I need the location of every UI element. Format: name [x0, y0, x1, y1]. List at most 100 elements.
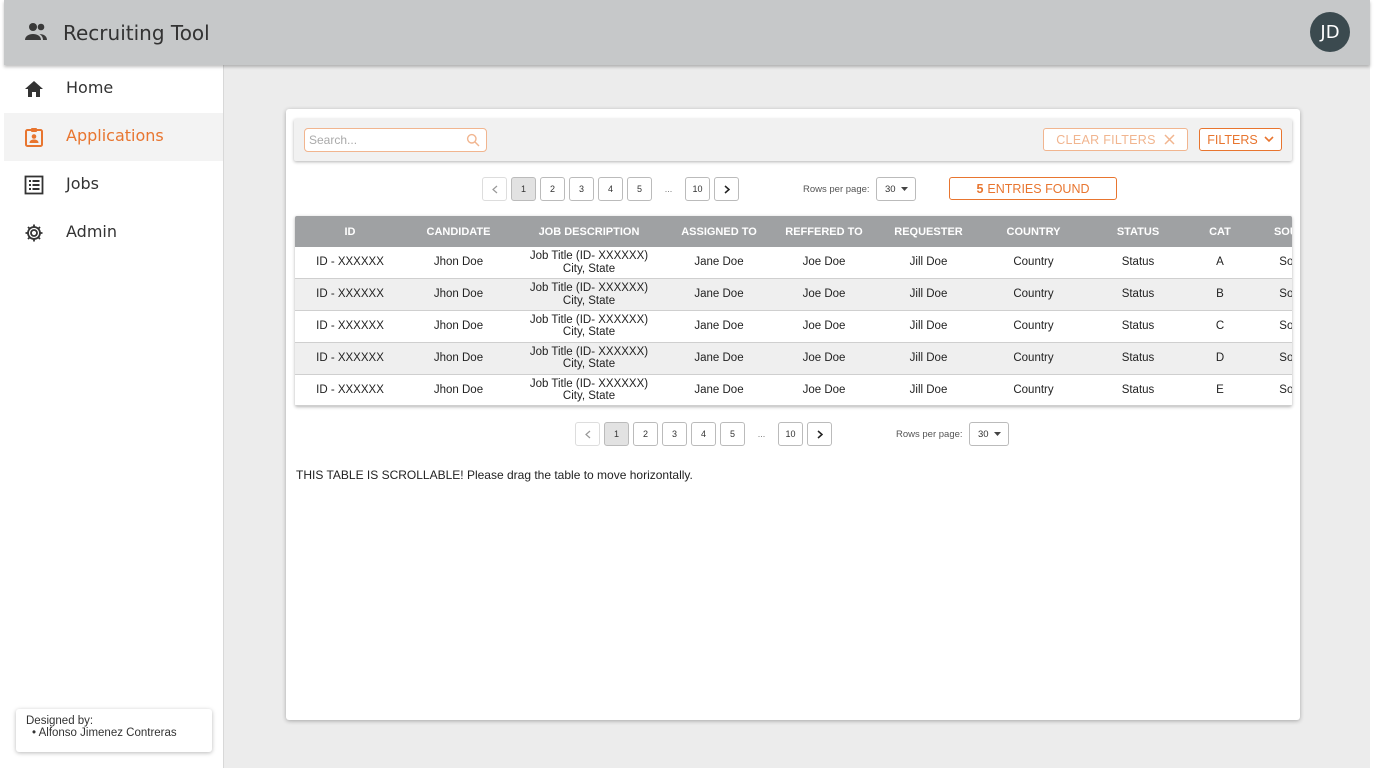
job-location: City, State	[562, 390, 616, 403]
cell-source: Source	[1250, 247, 1292, 280]
page-button-4[interactable]: 4	[691, 422, 716, 446]
cell-cat: C	[1190, 310, 1250, 343]
cell-assigned-to: Jane Doe	[666, 247, 772, 280]
page-button-1[interactable]: 1	[511, 177, 536, 201]
cell-reffered-to: Joe Doe	[772, 247, 876, 280]
rows-per-page-value: 30	[885, 183, 896, 195]
table-row[interactable]: ID - XXXXXX Jhon Doe Job Title (ID- XXXX…	[295, 278, 1292, 312]
filters-button[interactable]: FILTERS	[1199, 128, 1282, 151]
gear-icon	[25, 224, 43, 242]
cell-id: ID - XXXXXX	[295, 247, 405, 280]
cell-requester: Jill Doe	[876, 374, 981, 406]
cell-source: Source	[1250, 342, 1292, 375]
cell-job-description: Job Title (ID- XXXXXX) City, State	[512, 278, 666, 312]
cell-cat: E	[1190, 374, 1250, 406]
job-title: Job Title (ID- XXXXXX)	[529, 282, 649, 295]
caret-down-icon	[900, 187, 908, 191]
page-button-5[interactable]: 5	[720, 422, 745, 446]
search-box	[304, 128, 487, 152]
cell-status: Status	[1086, 342, 1190, 375]
filter-toolbar: CLEAR FILTERS FILTERS	[294, 119, 1292, 161]
cell-reffered-to: Joe Doe	[772, 342, 876, 375]
prev-page-button[interactable]	[482, 177, 507, 201]
prev-page-button[interactable]	[575, 422, 600, 446]
cell-id: ID - XXXXXX	[295, 374, 405, 406]
cell-candidate: Jhon Doe	[405, 342, 512, 375]
cell-status: Status	[1086, 247, 1190, 280]
cell-requester: Jill Doe	[876, 310, 981, 343]
cell-assigned-to: Jane Doe	[666, 278, 772, 312]
sidebar-item-label: Admin	[66, 222, 117, 241]
page-button-2[interactable]: 2	[540, 177, 565, 201]
app-title: Recruiting Tool	[63, 21, 210, 45]
next-page-button[interactable]	[807, 422, 832, 446]
column-header-status[interactable]: STATUS	[1086, 216, 1190, 247]
cell-requester: Jill Doe	[876, 247, 981, 280]
page-button-1[interactable]: 1	[604, 422, 629, 446]
column-header-id[interactable]: ID	[295, 216, 405, 247]
cell-id: ID - XXXXXX	[295, 278, 405, 312]
cell-country: Country	[981, 374, 1086, 406]
cell-candidate: Jhon Doe	[405, 247, 512, 280]
cell-job-description: Job Title (ID- XXXXXX) City, State	[512, 374, 666, 406]
job-location: City, State	[562, 358, 616, 371]
cell-source: Source	[1250, 374, 1292, 406]
table-row[interactable]: ID - XXXXXX Jhon Doe Job Title (ID- XXXX…	[295, 247, 1292, 280]
column-header-cat[interactable]: CAT	[1190, 216, 1250, 247]
sidebar: Home Applications Jobs Admin Designed by…	[4, 65, 224, 768]
avatar[interactable]: JD	[1310, 12, 1350, 52]
column-header-reffered-to[interactable]: REFFERED TO	[772, 216, 876, 247]
pagination-bottom: 1 2 3 4 5 ... 10	[575, 422, 836, 446]
next-page-button[interactable]	[714, 177, 739, 201]
search-input[interactable]	[305, 129, 455, 151]
applications-card: CLEAR FILTERS FILTERS 1 2 3 4 5 ...	[286, 109, 1300, 720]
rows-per-page-select[interactable]: 30	[876, 177, 916, 201]
cell-requester: Jill Doe	[876, 278, 981, 312]
column-header-requester[interactable]: REQUESTER	[876, 216, 981, 247]
entries-label: ENTRIES FOUND	[987, 181, 1090, 196]
column-header-source[interactable]: SOURCE	[1250, 216, 1292, 247]
applications-table-container[interactable]: ID CANDIDATE JOB DESCRIPTION ASSIGNED TO…	[295, 216, 1292, 406]
chevron-right-icon	[817, 429, 823, 439]
page-button-5[interactable]: 5	[627, 177, 652, 201]
cell-id: ID - XXXXXX	[295, 310, 405, 343]
job-title: Job Title (ID- XXXXXX)	[529, 377, 649, 390]
entries-count: 5	[976, 181, 984, 196]
sidebar-item-jobs[interactable]: Jobs	[4, 161, 223, 209]
sidebar-item-admin[interactable]: Admin	[4, 209, 223, 257]
people-icon	[25, 23, 47, 40]
page-button-3[interactable]: 3	[662, 422, 687, 446]
column-header-candidate[interactable]: CANDIDATE	[405, 216, 512, 247]
entries-found-badge: 5 ENTRIES FOUND	[949, 177, 1117, 200]
page-button-2[interactable]: 2	[633, 422, 658, 446]
column-header-country[interactable]: COUNTRY	[981, 216, 1086, 247]
table-row[interactable]: ID - XXXXXX Jhon Doe Job Title (ID- XXXX…	[295, 342, 1292, 375]
sidebar-item-applications[interactable]: Applications	[4, 113, 223, 161]
cell-id: ID - XXXXXX	[295, 342, 405, 375]
designer-credits: Designed by: • Alfonso Jimenez Contreras	[16, 709, 212, 752]
table-row[interactable]: ID - XXXXXX Jhon Doe Job Title (ID- XXXX…	[295, 374, 1292, 406]
cell-status: Status	[1086, 278, 1190, 312]
page-ellipsis: ...	[664, 184, 673, 194]
cell-status: Status	[1086, 310, 1190, 343]
cell-cat: B	[1190, 278, 1250, 312]
page-button-last[interactable]: 10	[685, 177, 710, 201]
cell-reffered-to: Joe Doe	[772, 278, 876, 312]
credits-name-line: • Alfonso Jimenez Contreras	[32, 727, 177, 739]
page-button-last[interactable]: 10	[778, 422, 803, 446]
cell-assigned-to: Jane Doe	[666, 342, 772, 375]
search-icon[interactable]	[466, 133, 480, 147]
list-icon	[24, 175, 44, 195]
page-button-3[interactable]: 3	[569, 177, 594, 201]
clear-filters-button[interactable]: CLEAR FILTERS	[1043, 128, 1188, 151]
scroll-hint-text: THIS TABLE IS SCROLLABLE! Please drag th…	[296, 468, 693, 482]
chevron-down-icon	[1264, 136, 1274, 143]
page-ellipsis: ...	[757, 429, 766, 439]
column-header-assigned-to[interactable]: ASSIGNED TO	[666, 216, 772, 247]
column-header-job-description[interactable]: JOB DESCRIPTION	[512, 216, 666, 247]
page-button-4[interactable]: 4	[598, 177, 623, 201]
rows-per-page-select[interactable]: 30	[969, 422, 1009, 446]
cell-source: Source	[1250, 310, 1292, 343]
table-row[interactable]: ID - XXXXXX Jhon Doe Job Title (ID- XXXX…	[295, 310, 1292, 343]
sidebar-item-home[interactable]: Home	[4, 65, 223, 113]
